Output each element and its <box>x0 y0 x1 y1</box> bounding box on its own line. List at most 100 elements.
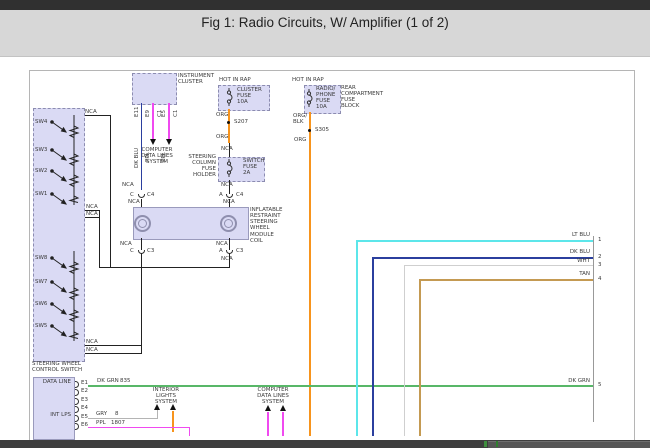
radio-phone-fuse-label: RADIO/PHONEFUSE10A <box>316 86 335 111</box>
wire <box>141 199 142 207</box>
label-line: SWITCH <box>243 158 265 164</box>
steering-column-fuse-holder-label: STEERINGCOLUMNFUSEHOLDER <box>180 154 216 179</box>
connector-label-c4: C4 <box>147 192 154 198</box>
label-line: INFLATABLE <box>250 207 282 213</box>
label-line: COIL <box>250 238 263 244</box>
fuse-icon <box>224 159 234 177</box>
label-line: FUSE <box>341 97 355 103</box>
coil-symbol-inner <box>138 219 147 228</box>
wire <box>110 115 111 267</box>
wire-label-nca: NCA <box>221 182 233 188</box>
ppl-wire-2 <box>168 103 170 139</box>
top-window-edge <box>0 0 650 10</box>
switch-group-2 <box>48 248 82 344</box>
wire-label-nca: NCA <box>128 199 140 205</box>
steering-wheel-control-switch-label: STEERING WHEELCONTROL SWITCH <box>32 361 82 373</box>
label-line: SYSTEM <box>155 399 177 405</box>
pin-label: E2 <box>81 388 88 394</box>
wire-label-dk-grn: DK GRN <box>558 378 590 384</box>
wire-label-nca: NCA <box>86 204 98 210</box>
wire-label-nca: NCA <box>86 339 98 345</box>
switch-label: SW2 <box>35 168 47 174</box>
label-line: WHEEL <box>250 225 270 231</box>
pin-letter: C <box>130 192 134 198</box>
arrow-down-icon <box>150 139 156 145</box>
ppl-wire-e6 <box>88 427 190 428</box>
wire <box>229 253 230 267</box>
wire-label-nca: NCA <box>85 109 97 115</box>
splice-s207-dot <box>227 121 230 124</box>
dk-blu-wire-2 <box>372 257 374 436</box>
wire-label-nca: NCA <box>216 241 228 247</box>
pin-label: E5 <box>81 414 88 420</box>
pin-letter: A <box>219 248 223 254</box>
label-line: PHONE <box>316 92 335 98</box>
wire-label-wht: WHT <box>558 258 590 264</box>
diagram-viewer: Fig 1: Radio Circuits, W/ Amplifier (1 o… <box>0 0 650 448</box>
figure-title: Fig 1: Radio Circuits, W/ Amplifier (1 o… <box>0 15 650 30</box>
pin-letter: A <box>219 192 223 198</box>
int-lps-label: INT LPS <box>36 412 71 418</box>
wire-label-org: ORG <box>216 134 228 140</box>
switch-label: SW6 <box>35 301 47 307</box>
label-line: REAR <box>341 85 356 91</box>
label-line: DATA LINES <box>257 393 289 399</box>
label-line: SYSTEM <box>146 159 168 165</box>
label-line: COMPUTER <box>142 147 173 153</box>
gry-wire <box>157 410 158 419</box>
label-line: STEERING <box>250 219 278 225</box>
taskbar-tick <box>496 441 498 447</box>
label-line: ORG/ <box>293 113 307 119</box>
switch-label: SW5 <box>35 323 47 329</box>
pin-label: E1 <box>81 380 88 386</box>
coil-symbol-inner <box>224 219 233 228</box>
wire-label-nca: NCA <box>221 146 233 152</box>
org-wire-main <box>309 112 311 436</box>
pin-label: E5 <box>161 110 167 117</box>
org-wire-interior <box>172 411 174 432</box>
label-line: RADIO/ <box>316 86 335 92</box>
label-line: INSTRUMENT <box>178 73 214 79</box>
pin-label: E4 <box>81 405 88 411</box>
wire-label-tan: TAN <box>558 271 590 277</box>
lt-blu-wire <box>356 240 593 242</box>
label-line: COMPUTER <box>258 387 289 393</box>
circuit-number: 8 <box>115 411 119 417</box>
wire-label-dk-blu: DK BLU <box>558 249 590 255</box>
wht-wire <box>404 265 593 266</box>
interior-lights-system-label: INTERIORLIGHTSSYSTEM <box>148 387 184 405</box>
radio-connector-box <box>33 377 75 440</box>
instrument-cluster-label: INSTRUMENTCLUSTER <box>178 73 214 85</box>
pin-number: 2 <box>598 254 602 260</box>
connector-label-c3: C3 <box>147 248 154 254</box>
tan-wire <box>419 279 593 281</box>
label-line: COLUMN <box>192 160 216 166</box>
pin-label: E6 <box>81 422 88 428</box>
cluster-fuse-label: CLUSTERFUSE10A <box>237 87 262 105</box>
label-line: LIGHTS <box>156 393 176 399</box>
fuse-icon <box>224 88 234 106</box>
arrow-up-icon <box>265 405 271 411</box>
splice-s207-label: S207 <box>234 119 248 125</box>
switch-label: SW3 <box>35 147 47 153</box>
wire <box>99 267 230 268</box>
right-connector-line <box>593 236 594 422</box>
label-line: COMPARTMENT <box>341 91 383 97</box>
label-line: STEERING <box>188 154 216 160</box>
splice-s305-dot <box>308 129 311 132</box>
label-line: INTERIOR <box>153 387 179 393</box>
circuit-number: 835 <box>120 378 131 384</box>
label-line: FUSE <box>316 98 330 104</box>
label-line: 10A <box>237 99 248 105</box>
wire-label-lt-blu: LT BLU <box>558 232 590 238</box>
instrument-cluster-box <box>132 73 177 105</box>
wht-wire <box>404 265 405 436</box>
ppl-wire <box>282 412 284 436</box>
lt-blu-wire <box>356 240 358 436</box>
arrow-down-icon <box>166 139 172 145</box>
ppl-wire-e6 <box>189 427 190 436</box>
wire-label-nca: NCA <box>86 211 98 217</box>
pin-number: 5 <box>598 382 602 388</box>
circuit-number: 1807 <box>111 420 125 426</box>
ppl-wire-1 <box>152 103 154 139</box>
